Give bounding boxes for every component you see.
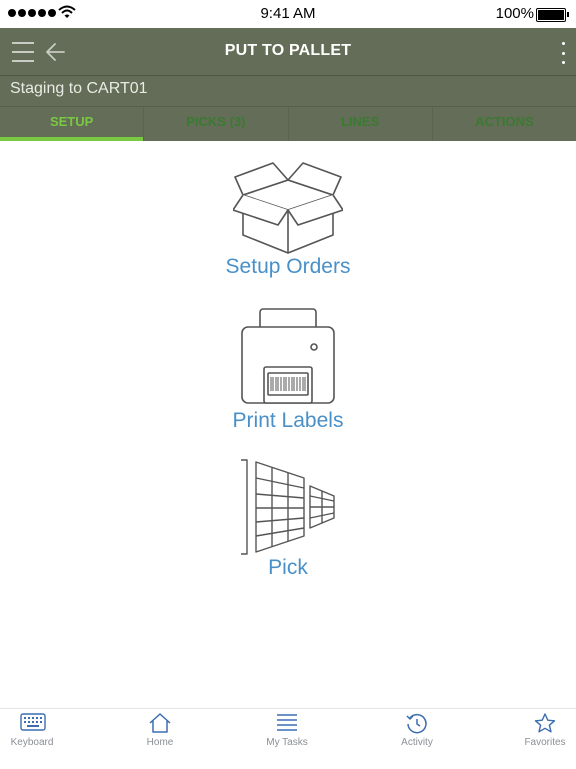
setup-orders-button[interactable]: Setup Orders [0,155,576,279]
nav-keyboard-label: Keyboard [10,737,54,748]
page-title: PUT TO PALLET [224,42,352,59]
battery-percent: 100% [495,5,534,22]
nav-favorites-label: Favorites [524,737,566,748]
setup-orders-label: Setup Orders [225,255,351,278]
bottom-nav: Keyboard Home My Tasks Activity Favorite… [0,708,576,769]
tab-lines[interactable]: LINES [289,107,433,141]
status-time: 9:41 AM [260,5,316,22]
nav-favorites[interactable]: Favorites [505,709,576,769]
nav-home[interactable]: Home [120,709,200,769]
app-header: PUT TO PALLET Staging to CART01 SETUP PI… [0,28,576,141]
nav-my-tasks-label: My Tasks [266,737,308,748]
page-subtitle: Staging to CART01 [10,80,148,97]
nav-activity-label: Activity [401,737,433,748]
tab-bar: SETUP PICKS (3) LINES ACTIONS [0,107,576,141]
history-icon [406,713,427,734]
tab-picks[interactable]: PICKS (3) [144,107,289,141]
more-options-icon[interactable] [562,42,568,64]
print-labels-button[interactable]: Print Labels [0,307,576,433]
pick-label: Pick [268,556,308,579]
nav-activity[interactable]: Activity [377,709,457,769]
printer-icon [241,308,335,404]
nav-my-tasks[interactable]: My Tasks [247,709,327,769]
battery-icon [536,8,569,22]
status-bar: 9:41 AM 100% [0,0,576,28]
pick-button[interactable]: Pick [0,458,576,580]
star-icon [534,713,556,733]
print-labels-label: Print Labels [232,409,344,432]
keyboard-icon [20,713,46,731]
header-divider [0,75,576,76]
list-icon [277,714,297,731]
open-box-icon [233,162,343,254]
nav-home-label: Home [146,737,174,748]
home-icon [149,713,171,733]
tab-actions[interactable]: ACTIONS [433,107,576,141]
tab-setup[interactable]: SETUP [0,107,145,141]
warehouse-shelves-icon [241,459,335,555]
nav-keyboard[interactable]: Keyboard [0,709,72,769]
